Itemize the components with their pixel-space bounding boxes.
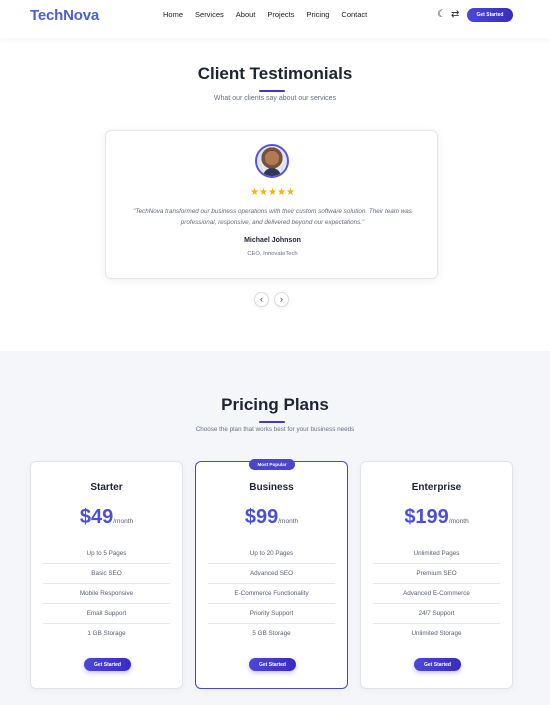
feature-list: Unlimited Pages Premium SEO Advanced E-C… bbox=[373, 544, 500, 644]
plan-name: Business bbox=[249, 482, 294, 493]
testimonials-title: Client Testimonials bbox=[197, 64, 353, 83]
pricing-title: Pricing Plans bbox=[221, 395, 329, 414]
feature-item: Email Support bbox=[43, 604, 170, 624]
feature-item: Basic SEO bbox=[43, 564, 170, 584]
feature-item: Unlimited Pages bbox=[373, 544, 500, 564]
plan-card-business: Most Popular Business $99/month Up to 20… bbox=[195, 459, 348, 689]
swap-icon[interactable]: ⇄ bbox=[451, 9, 459, 21]
main-nav: Home Services About Projects Pricing Con… bbox=[163, 10, 379, 19]
price-amount: $49 bbox=[79, 506, 114, 528]
nav-services[interactable]: Services bbox=[195, 10, 224, 19]
feature-list: Up to 20 Pages Advanced SEO E-Commerce F… bbox=[208, 544, 335, 644]
business-get-started-button[interactable]: Get Started bbox=[249, 658, 296, 671]
feature-item: 5 GB Storage bbox=[252, 630, 291, 637]
site-header: TechNova Home Services About Projects Pr… bbox=[0, 0, 550, 38]
moon-icon[interactable]: ☾ bbox=[437, 9, 446, 21]
nav-pricing[interactable]: Pricing bbox=[306, 10, 329, 19]
nav-home[interactable]: Home bbox=[163, 10, 183, 19]
plan-price: $49/month bbox=[31, 506, 182, 529]
enterprise-get-started-button[interactable]: Get Started bbox=[414, 658, 461, 671]
rating-stars-icon: ★★★★★ bbox=[250, 187, 295, 198]
next-testimonial-button[interactable]: › bbox=[274, 292, 289, 307]
feature-item: Up to 5 Pages bbox=[43, 544, 170, 564]
most-popular-badge: Most Popular bbox=[249, 459, 295, 470]
chevron-right-icon: › bbox=[280, 294, 283, 304]
price-amount: $99 bbox=[244, 506, 279, 528]
feature-item: Premium SEO bbox=[373, 564, 500, 584]
plan-card-enterprise: Enterprise $199/month Unlimited Pages Pr… bbox=[360, 461, 513, 689]
avatar bbox=[255, 144, 289, 178]
price-amount: $199 bbox=[404, 506, 449, 528]
feature-item: Advanced SEO bbox=[208, 564, 335, 584]
feature-list: Up to 5 Pages Basic SEO Mobile Responsiv… bbox=[43, 544, 170, 644]
pricing-subtitle: Choose the plan that works best for your… bbox=[195, 426, 355, 433]
nav-contact[interactable]: Contact bbox=[341, 10, 367, 19]
prev-testimonial-button[interactable]: ‹ bbox=[254, 292, 269, 307]
feature-item: 1 GB Storage bbox=[87, 630, 126, 637]
plan-name: Starter bbox=[90, 482, 123, 493]
header-icons: ☾ ⇄ bbox=[437, 9, 459, 21]
chevron-left-icon: ‹ bbox=[260, 294, 263, 304]
plan-card-starter: Starter $49/month Up to 5 Pages Basic SE… bbox=[30, 461, 183, 689]
price-period: /month bbox=[113, 518, 134, 525]
logo[interactable]: TechNova bbox=[30, 7, 99, 24]
price-period: /month bbox=[448, 518, 469, 525]
feature-item: Up to 20 Pages bbox=[208, 544, 335, 564]
price-period: /month bbox=[278, 518, 299, 525]
nav-projects[interactable]: Projects bbox=[267, 10, 294, 19]
feature-item: Unlimited Storage bbox=[411, 630, 462, 637]
testimonial-card: ★★★★★ "TechNova transformed our business… bbox=[105, 130, 438, 279]
feature-item: Mobile Responsive bbox=[43, 584, 170, 604]
feature-item: E-Commerce Functionality bbox=[208, 584, 335, 604]
plan-name: Enterprise bbox=[411, 482, 462, 493]
feature-item: Advanced E-Commerce bbox=[373, 584, 500, 604]
plan-price: $99/month bbox=[196, 506, 347, 529]
title-underline bbox=[259, 90, 285, 92]
plan-price: $199/month bbox=[361, 506, 512, 529]
testimonial-role: CEO, InnovateTech bbox=[247, 251, 298, 257]
feature-item: Priority Support bbox=[208, 604, 335, 624]
testimonials-subtitle: What our clients say about our services bbox=[213, 95, 337, 102]
starter-get-started-button[interactable]: Get Started bbox=[84, 658, 131, 671]
testimonial-name: Michael Johnson bbox=[244, 237, 301, 244]
feature-item: 24/7 Support bbox=[373, 604, 500, 624]
header-get-started-button[interactable]: Get Started bbox=[467, 8, 513, 22]
title-underline bbox=[259, 421, 285, 423]
nav-about[interactable]: About bbox=[236, 10, 256, 19]
testimonial-quote: "TechNova transformed our business opera… bbox=[133, 208, 412, 226]
